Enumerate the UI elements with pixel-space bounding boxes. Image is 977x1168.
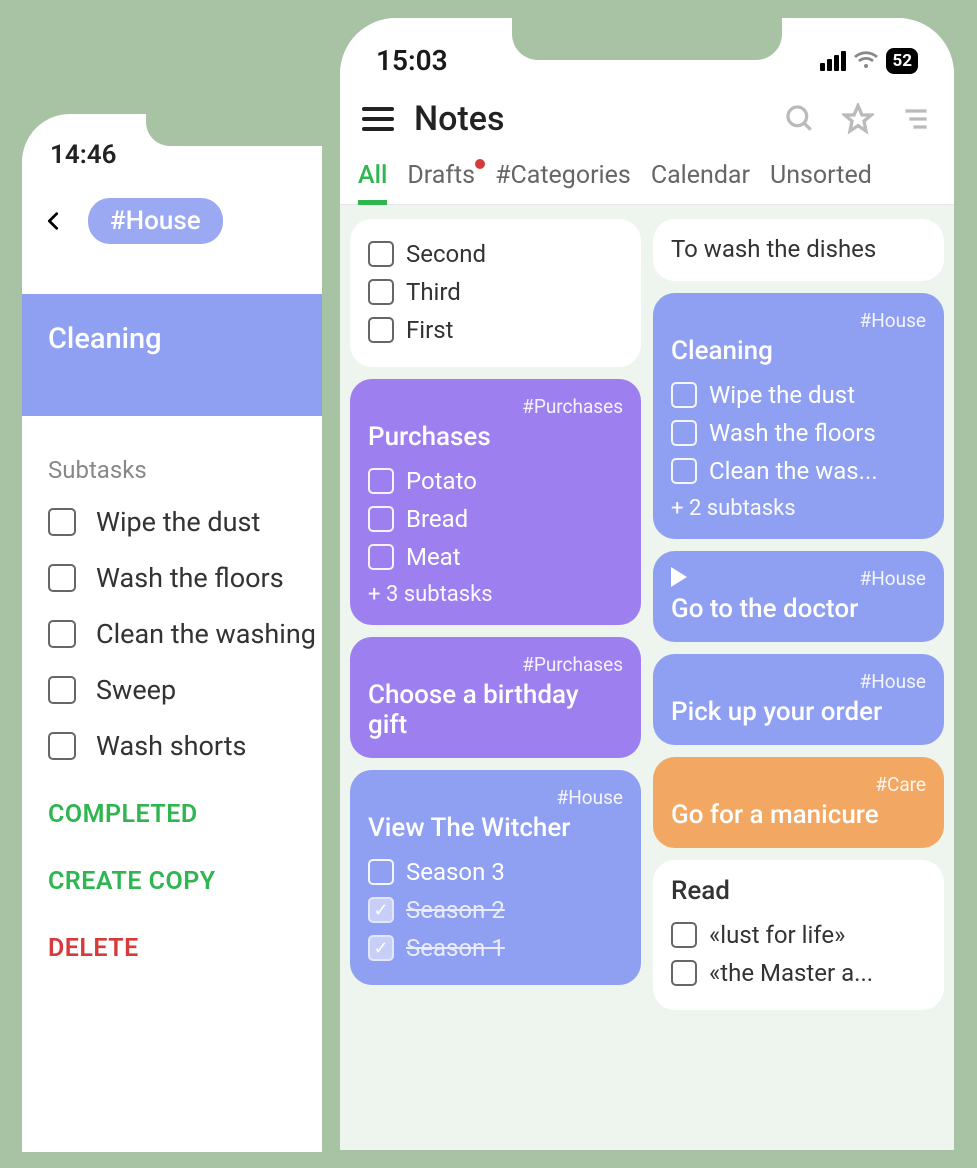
checkbox-icon[interactable] xyxy=(671,922,697,948)
note-card-gift[interactable]: #Purchases Choose a birthday gift xyxy=(350,637,641,758)
checkbox-checked-icon[interactable] xyxy=(368,897,394,923)
card-title: Pick up your order xyxy=(671,697,926,727)
check-item: Meat xyxy=(406,543,461,571)
check-item: First xyxy=(406,316,453,344)
note-card-order[interactable]: #House Pick up your order xyxy=(653,654,944,745)
checkbox-icon[interactable] xyxy=(671,960,697,986)
checkbox-icon[interactable] xyxy=(48,732,76,760)
notch xyxy=(512,18,782,60)
play-icon xyxy=(671,567,687,587)
grid-column-left: Second Third First #Purchases Purchases … xyxy=(350,219,641,1150)
card-tag: #House xyxy=(860,567,926,590)
card-tag: #House xyxy=(671,670,926,693)
card-title: Choose a birthday gift xyxy=(368,680,623,740)
checkbox-icon[interactable] xyxy=(368,506,394,532)
checkbox-icon[interactable] xyxy=(671,420,697,446)
checkbox-checked-icon[interactable] xyxy=(368,935,394,961)
chevron-left-icon xyxy=(42,207,64,235)
signal-icon xyxy=(820,51,846,71)
checkbox-icon[interactable] xyxy=(368,859,394,885)
notch xyxy=(146,114,346,146)
card-tag: #House xyxy=(671,309,926,332)
more-subtasks: + 2 subtasks xyxy=(671,490,926,521)
favorite-button[interactable] xyxy=(842,103,874,135)
card-title: Purchases xyxy=(368,422,623,452)
checkbox-icon[interactable] xyxy=(671,458,697,484)
tab-unsorted[interactable]: Unsorted xyxy=(770,161,872,204)
card-tag: #Purchases xyxy=(368,395,623,418)
search-button[interactable] xyxy=(784,103,816,135)
notes-grid: Second Third First #Purchases Purchases … xyxy=(340,205,954,1150)
note-card[interactable]: Second Third First xyxy=(350,219,641,367)
tab-calendar[interactable]: Calendar xyxy=(651,161,750,204)
checkbox-icon[interactable] xyxy=(368,317,394,343)
note-card-read[interactable]: Read «lust for life» «the Master a... xyxy=(653,860,944,1010)
check-item: Wash the floors xyxy=(709,419,876,447)
note-card-witcher[interactable]: #House View The Witcher Season 3 Season … xyxy=(350,770,641,985)
subtask-label: Wash shorts xyxy=(96,730,247,762)
check-item: Season 3 xyxy=(406,858,505,886)
notification-dot-icon xyxy=(475,159,485,169)
category-tag[interactable]: #House xyxy=(88,198,223,244)
tab-all[interactable]: All xyxy=(358,161,387,204)
check-item: Second xyxy=(406,240,486,268)
card-tag: #Care xyxy=(671,773,926,796)
subtask-label: Sweep xyxy=(96,674,176,706)
check-item: Potato xyxy=(406,467,477,495)
tab-drafts[interactable]: Drafts xyxy=(407,161,475,204)
card-title: View The Witcher xyxy=(368,813,623,843)
tabs-bar: All Drafts #Categories Calendar Unsorted xyxy=(340,153,954,205)
note-card-purchases[interactable]: #Purchases Purchases Potato Bread Meat +… xyxy=(350,379,641,625)
more-subtasks: + 3 subtasks xyxy=(368,576,623,607)
check-item: «the Master a... xyxy=(709,959,873,987)
note-card-manicure[interactable]: #Care Go for a manicure xyxy=(653,757,944,848)
check-item: Season 2 xyxy=(406,896,505,924)
battery-icon: 52 xyxy=(886,48,918,74)
phone-front-frame: 15:03 52 Notes All Drafts #C xyxy=(322,0,972,1168)
note-card-doctor[interactable]: #House Go to the doctor xyxy=(653,551,944,642)
note-card-cleaning[interactable]: #House Cleaning Wipe the dust Wash the f… xyxy=(653,293,944,539)
card-title: To wash the dishes xyxy=(671,235,876,263)
checkbox-icon[interactable] xyxy=(671,382,697,408)
subtask-label: Wipe the dust xyxy=(96,506,260,538)
check-item: Season 1 xyxy=(406,934,505,962)
back-button[interactable] xyxy=(36,204,70,238)
card-title: Read xyxy=(671,876,926,906)
checkbox-icon[interactable] xyxy=(48,564,76,592)
card-title: Go to the doctor xyxy=(671,594,926,624)
note-title: Cleaning xyxy=(48,322,162,356)
checkbox-icon[interactable] xyxy=(368,241,394,267)
checkbox-icon[interactable] xyxy=(48,620,76,648)
checkbox-icon[interactable] xyxy=(48,676,76,704)
page-title: Notes xyxy=(414,99,764,139)
check-item: Clean the was... xyxy=(709,457,878,485)
check-item: Wipe the dust xyxy=(709,381,855,409)
subtask-label: Clean the washing xyxy=(96,618,316,650)
wifi-icon xyxy=(854,44,878,77)
check-item: Third xyxy=(406,278,461,306)
tab-categories[interactable]: #Categories xyxy=(495,161,631,204)
subtask-label: Wash the floors xyxy=(96,562,284,594)
app-header: Notes xyxy=(340,83,954,153)
sort-icon xyxy=(900,103,932,135)
check-item: Bread xyxy=(406,505,468,533)
star-icon xyxy=(842,103,874,135)
checkbox-icon[interactable] xyxy=(368,544,394,570)
checkbox-icon[interactable] xyxy=(368,279,394,305)
phone-front-screen: 15:03 52 Notes All Drafts #C xyxy=(340,18,954,1150)
card-tag: #Purchases xyxy=(368,653,623,676)
grid-column-right: To wash the dishes #House Cleaning Wipe … xyxy=(653,219,944,1150)
card-title: Go for a manicure xyxy=(671,800,926,830)
sort-button[interactable] xyxy=(900,103,932,135)
menu-button[interactable] xyxy=(362,107,394,131)
status-time: 15:03 xyxy=(376,44,448,77)
checkbox-icon[interactable] xyxy=(48,508,76,536)
card-tag: #House xyxy=(368,786,623,809)
card-title: Cleaning xyxy=(671,336,926,366)
checkbox-icon[interactable] xyxy=(368,468,394,494)
note-card-dishes[interactable]: To wash the dishes xyxy=(653,219,944,281)
check-item: «lust for life» xyxy=(709,921,845,949)
search-icon xyxy=(784,103,816,135)
